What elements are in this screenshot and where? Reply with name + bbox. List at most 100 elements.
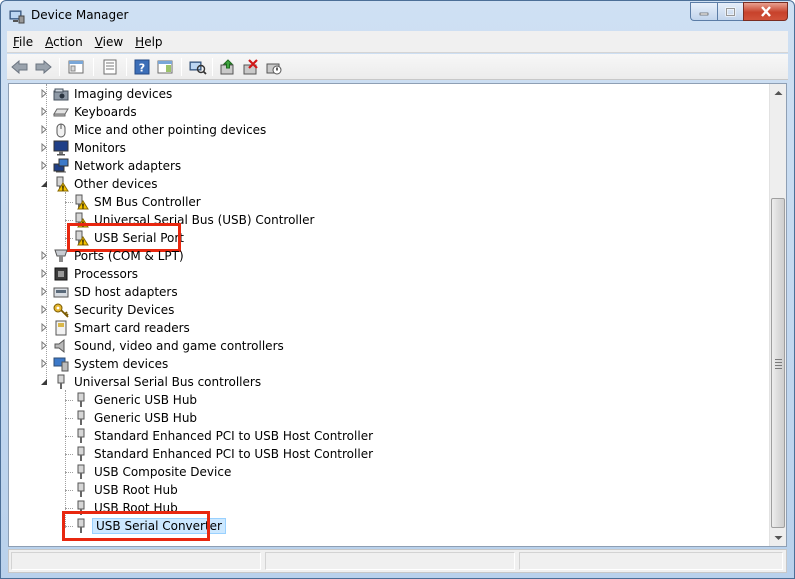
smartcard-icon bbox=[53, 320, 69, 336]
expand-arrow-icon[interactable] bbox=[39, 125, 48, 134]
status-cell bbox=[11, 552, 261, 570]
expand-arrow-icon[interactable] bbox=[39, 359, 48, 368]
tree-item-network-adapters[interactable]: Network adapters bbox=[39, 157, 183, 175]
disable-button[interactable] bbox=[263, 57, 285, 77]
maximize-icon bbox=[725, 7, 736, 16]
device-tree: Imaging devices Keyboards Mice and other… bbox=[9, 84, 769, 546]
collapse-arrow-icon[interactable] bbox=[39, 377, 48, 386]
help-button[interactable]: ? bbox=[131, 57, 153, 77]
tree-item-keyboards[interactable]: Keyboards bbox=[39, 103, 139, 121]
tree-item-label: Network adapters bbox=[74, 159, 182, 173]
tree-item-label: USB Root Hub bbox=[94, 501, 178, 515]
menu-action-mnemonic: A bbox=[45, 34, 54, 49]
tree-item-usb-root-hub[interactable]: USB Root Hub bbox=[73, 499, 180, 517]
tree-item-label: Smart card readers bbox=[74, 321, 190, 335]
tree-item-usb-serial-port[interactable]: ! USB Serial Port bbox=[73, 229, 186, 247]
tree-item-usb-controller-unknown[interactable]: ! Universal Serial Bus (USB) Controller bbox=[73, 211, 316, 229]
scroll-thumb[interactable] bbox=[771, 198, 785, 528]
tree-item-label: USB Composite Device bbox=[94, 465, 232, 479]
scroll-up-icon bbox=[774, 90, 782, 95]
tree-item-usb-controllers[interactable]: Universal Serial Bus controllers bbox=[39, 373, 263, 391]
expand-arrow-icon[interactable] bbox=[39, 251, 48, 260]
other-devices-icon: ! bbox=[53, 176, 69, 192]
uninstall-button[interactable] bbox=[240, 57, 262, 77]
expand-arrow-icon[interactable] bbox=[39, 143, 48, 152]
toolbar: ? bbox=[7, 54, 788, 80]
usb-device-icon bbox=[73, 500, 89, 516]
usb-device-icon bbox=[73, 428, 89, 444]
expand-arrow-icon[interactable] bbox=[39, 305, 48, 314]
tree-item-generic-usb-hub[interactable]: Generic USB Hub bbox=[73, 409, 199, 427]
forward-button[interactable] bbox=[32, 57, 54, 77]
title-bar[interactable]: Device Manager bbox=[1, 1, 794, 31]
tree-item-sm-bus-controller[interactable]: ! SM Bus Controller bbox=[73, 193, 203, 211]
vertical-scrollbar[interactable] bbox=[769, 84, 786, 546]
usb-icon bbox=[53, 374, 69, 390]
tree-item-sd-host-adapters[interactable]: SD host adapters bbox=[39, 283, 180, 301]
action-pane-button[interactable] bbox=[154, 57, 176, 77]
minimize-button[interactable] bbox=[690, 2, 717, 21]
expand-arrow-icon[interactable] bbox=[39, 341, 48, 350]
maximize-button[interactable] bbox=[717, 2, 743, 21]
back-button[interactable] bbox=[9, 57, 31, 77]
tree-item-label: Standard Enhanced PCI to USB Host Contro… bbox=[94, 429, 374, 443]
device-tree-pane[interactable]: Imaging devices Keyboards Mice and other… bbox=[8, 83, 787, 547]
menu-bar: File Action View Help bbox=[7, 31, 788, 53]
menu-action[interactable]: Action bbox=[39, 32, 89, 52]
menu-action-label: ction bbox=[53, 34, 83, 49]
disable-icon bbox=[266, 63, 282, 75]
console-tree-icon bbox=[68, 60, 84, 74]
svg-text:!: ! bbox=[81, 202, 84, 210]
status-bar bbox=[8, 549, 787, 573]
tree-item-monitors[interactable]: Monitors bbox=[39, 139, 128, 157]
scan-hardware-button[interactable] bbox=[187, 57, 209, 77]
monitor-icon bbox=[53, 140, 69, 156]
expand-arrow-icon[interactable] bbox=[39, 269, 48, 278]
show-hide-console-tree-button[interactable] bbox=[65, 57, 87, 77]
imaging-icon bbox=[53, 86, 69, 102]
usb-device-icon bbox=[73, 464, 89, 480]
scroll-down-button[interactable] bbox=[770, 529, 786, 546]
tree-item-smart-card-readers[interactable]: Smart card readers bbox=[39, 319, 192, 337]
svg-text:!: ! bbox=[81, 238, 84, 246]
scroll-grip-icon bbox=[775, 359, 782, 371]
tree-item-mice[interactable]: Mice and other pointing devices bbox=[39, 121, 268, 139]
menu-view-mnemonic: V bbox=[94, 34, 103, 49]
tree-item-label: SM Bus Controller bbox=[94, 195, 201, 209]
tree-item-sound-video-game[interactable]: Sound, video and game controllers bbox=[39, 337, 286, 355]
scroll-down-icon bbox=[774, 535, 782, 540]
expand-arrow-icon[interactable] bbox=[39, 323, 48, 332]
expand-arrow-icon[interactable] bbox=[39, 107, 48, 116]
tree-item-ehci-controller[interactable]: Standard Enhanced PCI to USB Host Contro… bbox=[73, 427, 375, 445]
svg-text:!: ! bbox=[61, 184, 64, 192]
tree-item-processors[interactable]: Processors bbox=[39, 265, 140, 283]
tree-item-ports[interactable]: Ports (COM & LPT) bbox=[39, 247, 186, 265]
menu-file[interactable]: File bbox=[7, 32, 39, 52]
tree-item-security-devices[interactable]: Security Devices bbox=[39, 301, 176, 319]
collapse-arrow-icon[interactable] bbox=[39, 179, 48, 188]
menu-view[interactable]: View bbox=[89, 32, 129, 52]
tree-item-usb-composite-device[interactable]: USB Composite Device bbox=[73, 463, 233, 481]
properties-button[interactable] bbox=[99, 57, 121, 77]
expand-arrow-icon[interactable] bbox=[39, 287, 48, 296]
network-icon bbox=[53, 158, 69, 174]
menu-file-label: ile bbox=[19, 34, 34, 49]
tree-item-usb-serial-converter[interactable]: USB Serial Converter bbox=[73, 517, 226, 535]
tree-item-label: Universal Serial Bus controllers bbox=[74, 375, 262, 389]
scroll-up-button[interactable] bbox=[770, 84, 786, 101]
menu-help[interactable]: Help bbox=[129, 32, 168, 52]
back-icon bbox=[11, 60, 28, 74]
expand-arrow-icon[interactable] bbox=[39, 161, 48, 170]
expand-arrow-icon[interactable] bbox=[39, 89, 48, 98]
tree-item-generic-usb-hub[interactable]: Generic USB Hub bbox=[73, 391, 199, 409]
tree-item-usb-root-hub[interactable]: USB Root Hub bbox=[73, 481, 180, 499]
tree-item-other-devices[interactable]: ! Other devices bbox=[39, 175, 160, 193]
system-icon bbox=[53, 356, 69, 372]
close-button[interactable] bbox=[743, 2, 788, 21]
port-icon bbox=[53, 248, 69, 264]
tree-item-ehci-controller[interactable]: Standard Enhanced PCI to USB Host Contro… bbox=[73, 445, 375, 463]
update-driver-button[interactable] bbox=[217, 57, 239, 77]
tree-item-imaging-devices[interactable]: Imaging devices bbox=[39, 85, 174, 103]
svg-text:!: ! bbox=[81, 220, 84, 228]
tree-item-system-devices[interactable]: System devices bbox=[39, 355, 170, 373]
